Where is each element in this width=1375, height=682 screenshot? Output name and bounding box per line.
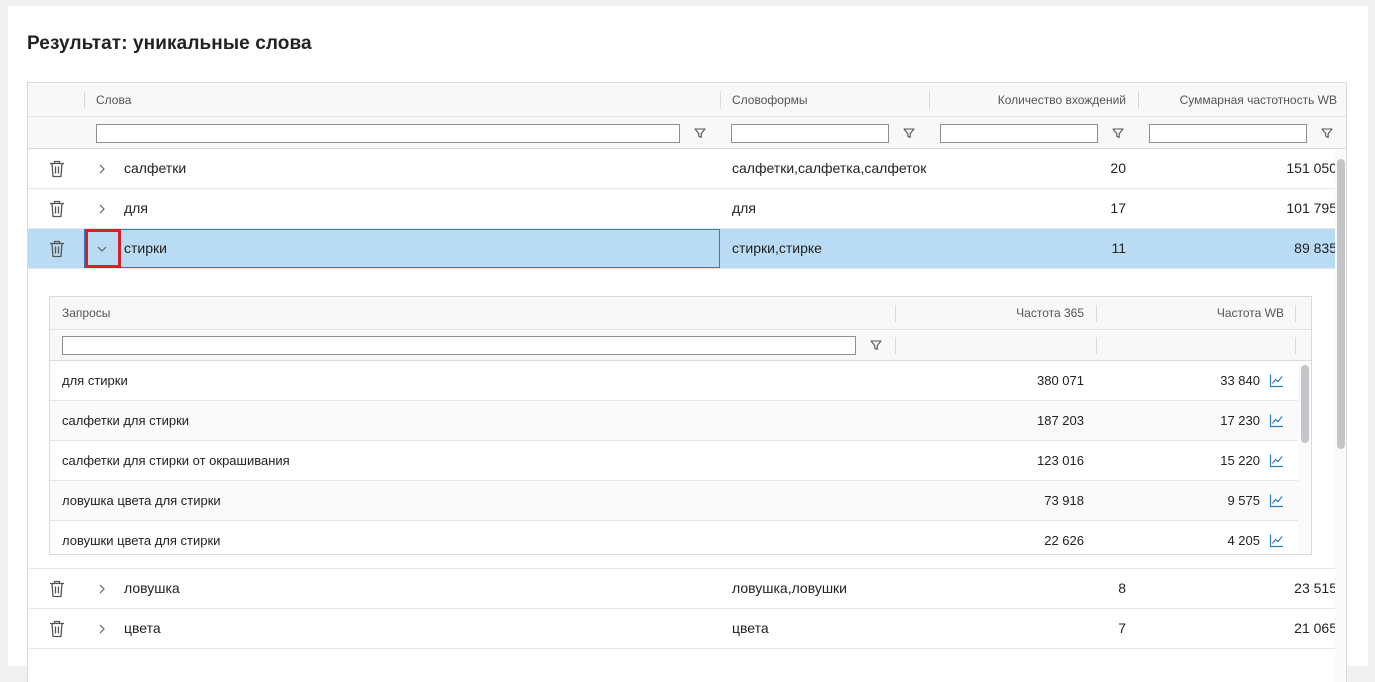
cell-word: цвета: [124, 620, 161, 636]
cell-freq-wb: 89 835: [1294, 240, 1337, 256]
chevron-down-icon[interactable]: [95, 242, 109, 256]
chevron-right-icon[interactable]: [95, 582, 109, 596]
filter-input-wordforms[interactable]: [731, 124, 889, 143]
col-header-queries[interactable]: Запросы: [62, 297, 562, 330]
header-separator: [929, 91, 930, 109]
cell-query: ловушки цвета для стирки: [62, 533, 221, 548]
cell-freq-wb: 23 515: [1294, 580, 1337, 596]
trash-icon[interactable]: [48, 159, 66, 178]
row-detail-panel: Запросы Частота 365 Частота WB для стирк…: [28, 269, 1335, 569]
filter-separator: [1096, 337, 1097, 354]
cell-wordforms: для: [732, 200, 756, 216]
table-row[interactable]: салфетки для стирки от окрашивания 123 0…: [50, 441, 1298, 481]
cell-word: стирки: [124, 240, 167, 256]
trash-icon[interactable]: [48, 579, 66, 598]
filter-icon[interactable]: [902, 126, 916, 140]
chevron-right-icon[interactable]: [95, 622, 109, 636]
unique-words-grid: Слова Словоформы Количество вхождений Су…: [27, 82, 1347, 682]
header-separator: [1295, 305, 1296, 322]
cell-word: ловушка: [124, 580, 180, 596]
line-chart-icon[interactable]: [1269, 413, 1284, 428]
results-card: Результат: уникальные слова Слова Словоф…: [8, 6, 1368, 682]
line-chart-icon[interactable]: [1269, 453, 1284, 468]
cell-wordforms: ловушка,ловушки: [732, 580, 848, 596]
header-separator: [1346, 91, 1347, 109]
grid-filter-row: [28, 117, 1346, 149]
col-header-wordforms[interactable]: Словоформы: [732, 83, 922, 117]
filter-input-queries[interactable]: [62, 336, 856, 355]
cell-wordforms: стирки,стирке: [732, 240, 822, 256]
cell-freq-wb: 21 065: [1294, 620, 1337, 636]
col-header-freq365[interactable]: Частота 365: [900, 297, 1084, 330]
cell-freq-wb: 15 220: [1220, 453, 1260, 468]
cell-freq365: 73 918: [1044, 493, 1084, 508]
chevron-right-icon[interactable]: [95, 202, 109, 216]
queries-scrollbar-thumb[interactable]: [1301, 365, 1309, 443]
cell-count: 17: [1110, 200, 1126, 216]
chevron-right-icon[interactable]: [95, 162, 109, 176]
table-row[interactable]: салфетки салфетки,салфетка,салфеток 20 1…: [28, 149, 1346, 189]
cell-query: для стирки: [62, 373, 128, 388]
cell-count: 8: [1118, 580, 1126, 596]
table-row[interactable]: салфетки для стирки 187 203 17 230: [50, 401, 1298, 441]
cell-freq365: 22 626: [1044, 533, 1084, 548]
grid-header: Слова Словоформы Количество вхождений Су…: [28, 83, 1347, 117]
filter-icon[interactable]: [693, 126, 707, 140]
cell-count: 11: [1111, 240, 1126, 256]
cell-freq-wb: 4 205: [1227, 533, 1260, 548]
line-chart-icon[interactable]: [1269, 493, 1284, 508]
cell-wordforms: цвета: [732, 620, 769, 636]
queries-filter-row: [50, 330, 1311, 361]
queries-grid-header: Запросы Частота 365 Частота WB: [50, 297, 1311, 330]
cell-count: 20: [1110, 160, 1126, 176]
col-header-count[interactable]: Количество вхождений: [934, 83, 1126, 117]
filter-input-words[interactable]: [96, 124, 680, 143]
trash-icon[interactable]: [48, 239, 66, 258]
trash-icon[interactable]: [48, 619, 66, 638]
table-row[interactable]: для стирки 380 071 33 840: [50, 361, 1298, 401]
table-row[interactable]: для для 17 101 795: [28, 189, 1346, 229]
cell-count: 7: [1118, 620, 1126, 636]
table-row[interactable]: ловушка ловушка,ловушки 8 23 515: [28, 569, 1346, 609]
filter-separator: [1295, 337, 1296, 354]
cell-word: для: [124, 200, 148, 216]
filter-icon[interactable]: [1320, 126, 1334, 140]
queries-grid: Запросы Частота 365 Частота WB для стирк…: [49, 296, 1312, 555]
cell-freq-wb: 151 050: [1286, 160, 1337, 176]
col-header-freq-wb[interactable]: Суммарная частотность WB: [1143, 83, 1337, 117]
cell-query: ловушка цвета для стирки: [62, 493, 221, 508]
filter-input-freq-wb[interactable]: [1149, 124, 1307, 143]
table-row-selected[interactable]: стирки стирки,стирке 11 89 835: [28, 229, 1346, 269]
page-title: Результат: уникальные слова: [27, 33, 312, 54]
cell-freq365: 380 071: [1037, 373, 1084, 388]
cell-freq-wb: 17 230: [1220, 413, 1260, 428]
trash-icon[interactable]: [48, 199, 66, 218]
filter-icon[interactable]: [1111, 126, 1125, 140]
grid-scrollbar-thumb[interactable]: [1337, 159, 1345, 449]
header-separator: [84, 91, 85, 109]
line-chart-icon[interactable]: [1269, 373, 1284, 388]
header-separator: [1138, 91, 1139, 109]
cell-wordforms: салфетки,салфетка,салфеток: [732, 160, 927, 176]
header-separator: [1096, 305, 1097, 322]
line-chart-icon[interactable]: [1269, 533, 1284, 548]
table-row[interactable]: ловушка цвета для стирки 73 918 9 575: [50, 481, 1298, 521]
table-row[interactable]: ловушки цвета для стирки 22 626 4 205: [50, 521, 1298, 554]
col-header-freq-wb[interactable]: Частота WB: [1100, 297, 1284, 330]
header-separator: [720, 91, 721, 109]
cell-query: салфетки для стирки от окрашивания: [62, 453, 290, 468]
table-row[interactable]: цвета цвета 7 21 065: [28, 609, 1346, 649]
cell-freq-wb: 101 795: [1286, 200, 1337, 216]
filter-separator: [895, 337, 896, 354]
cell-word: салфетки: [124, 160, 187, 176]
col-header-words[interactable]: Слова: [96, 83, 696, 117]
filter-icon[interactable]: [869, 338, 883, 352]
header-separator: [895, 305, 896, 322]
cell-freq365: 123 016: [1037, 453, 1084, 468]
cell-query: салфетки для стирки: [62, 413, 190, 428]
cell-freq365: 187 203: [1037, 413, 1084, 428]
cell-freq-wb: 9 575: [1227, 493, 1260, 508]
cell-freq-wb: 33 840: [1220, 373, 1260, 388]
filter-input-count[interactable]: [940, 124, 1098, 143]
